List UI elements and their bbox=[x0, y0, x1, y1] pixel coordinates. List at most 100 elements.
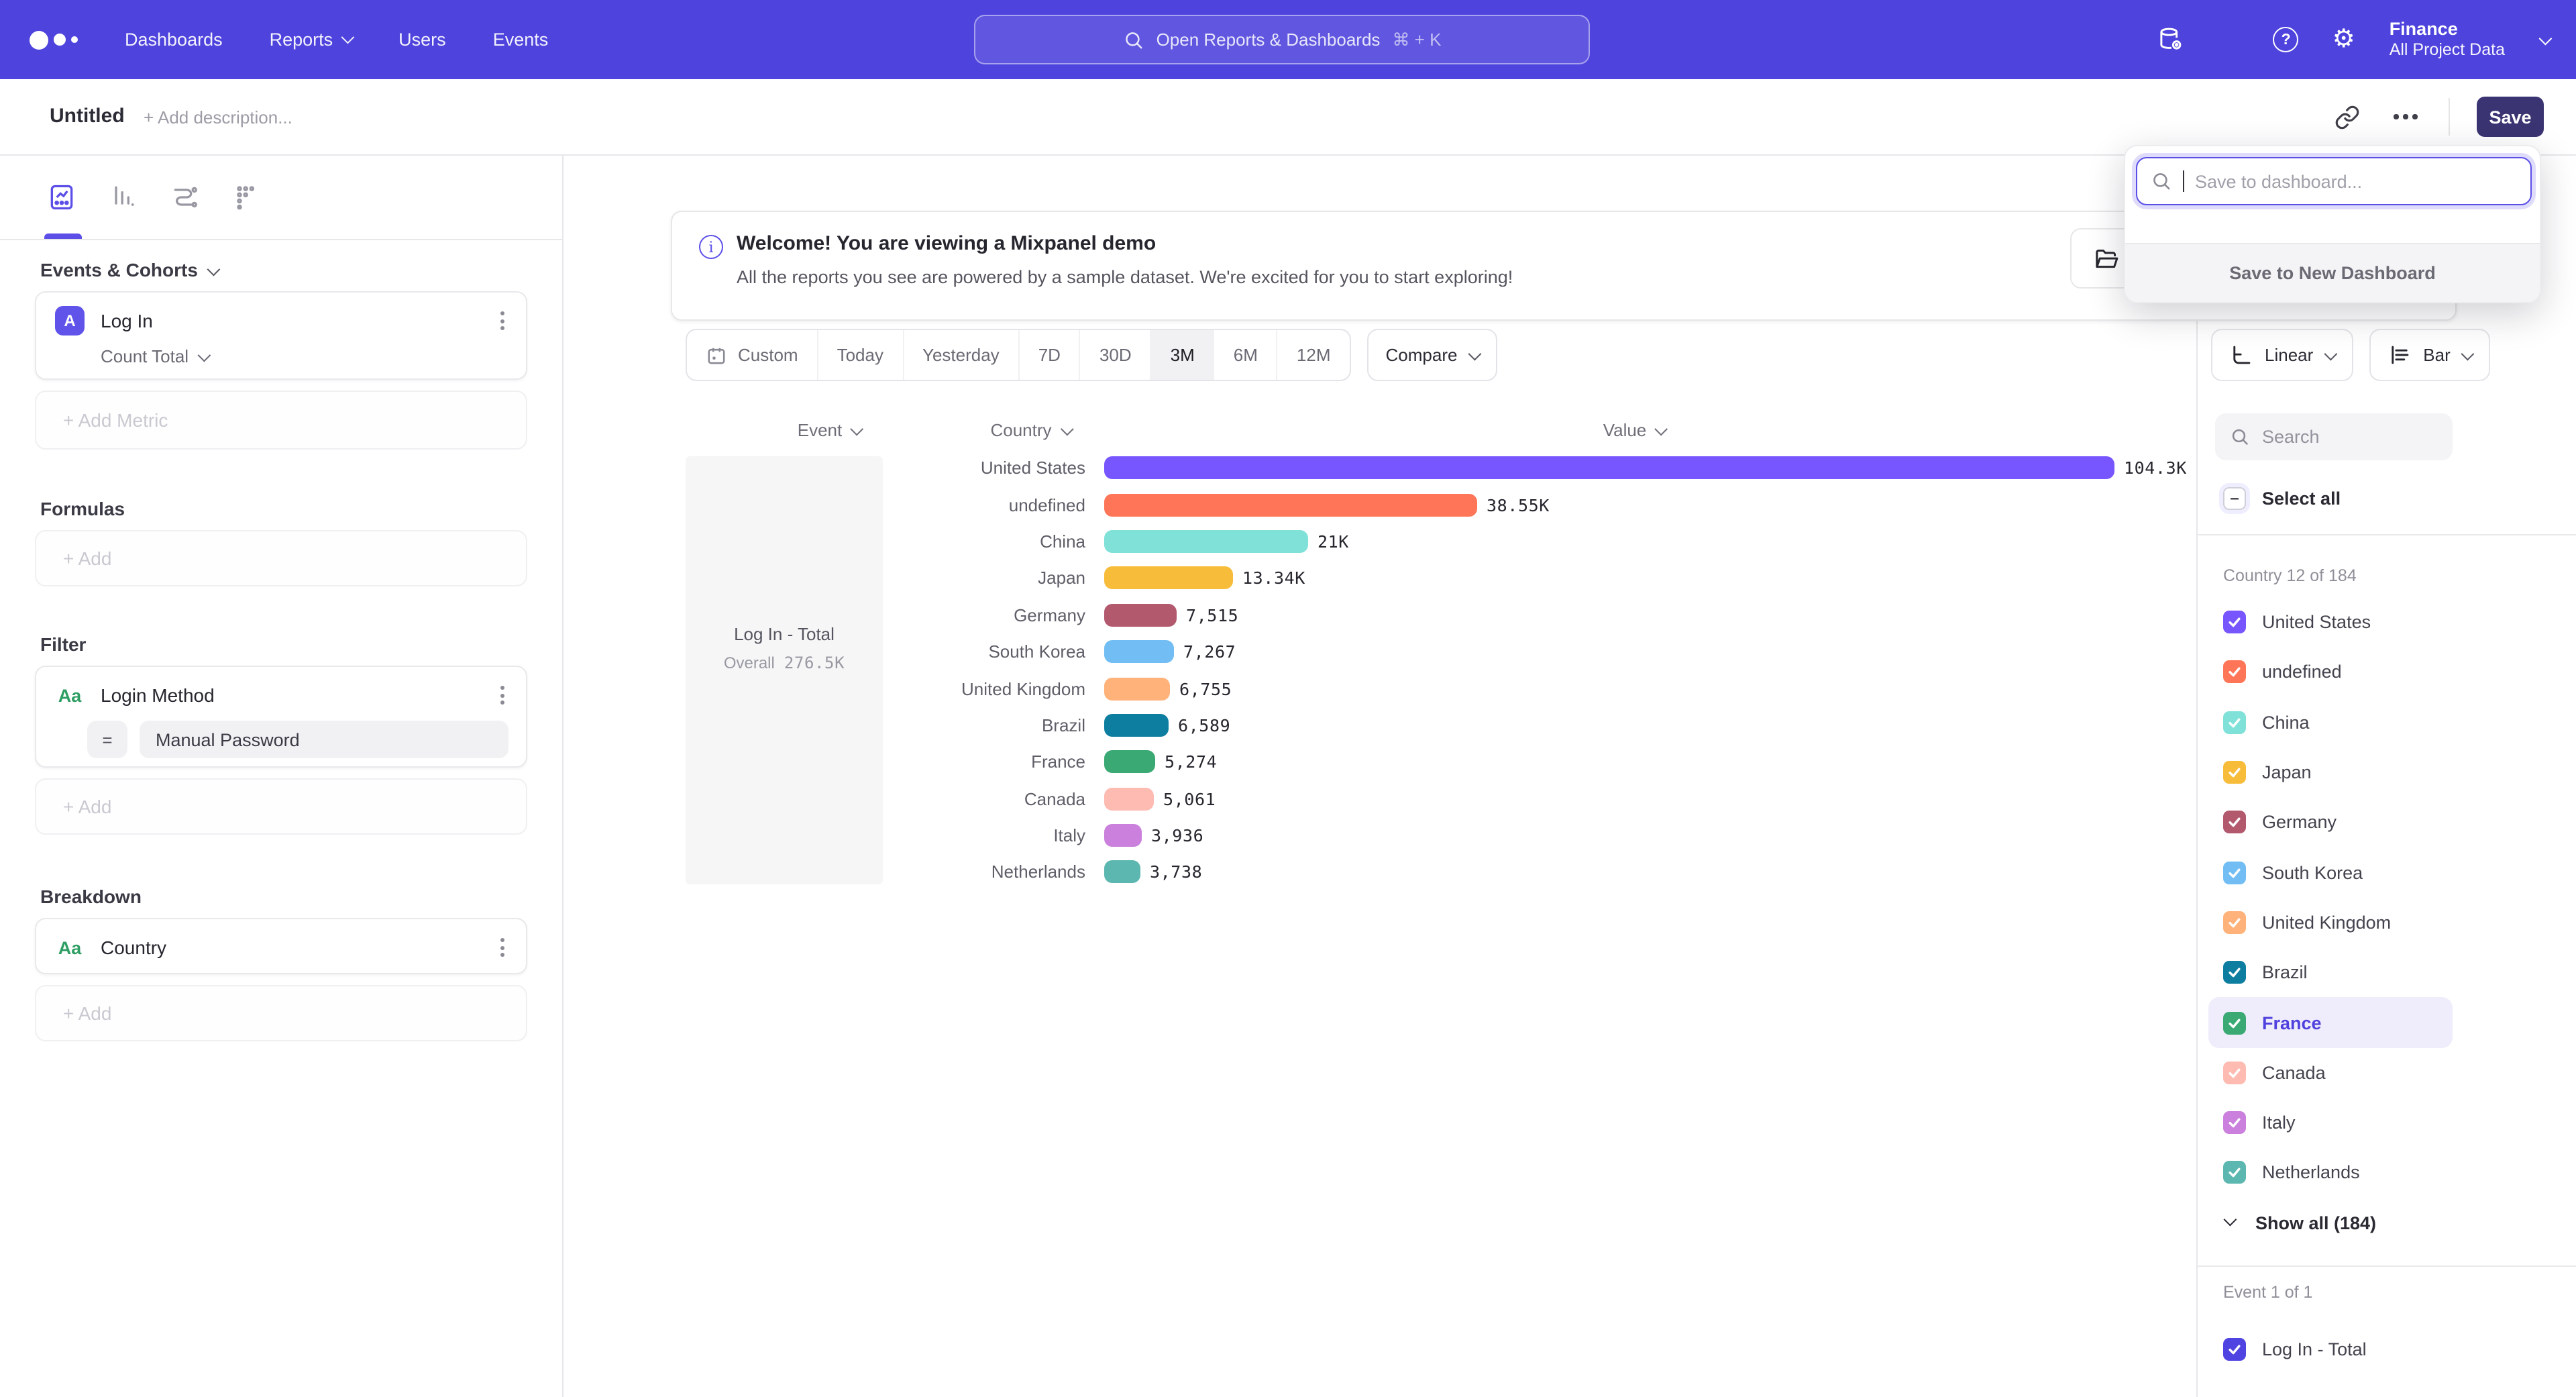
bar-segment[interactable] bbox=[1104, 456, 2114, 479]
copy-link-icon[interactable] bbox=[2330, 101, 2363, 133]
project-switcher[interactable]: Finance All Project Data bbox=[2390, 19, 2549, 60]
help-icon[interactable]: ? bbox=[2271, 25, 2301, 54]
bar-row-undefined: undefined38.55K bbox=[867, 486, 2187, 523]
select-all-row[interactable]: – Select all bbox=[2208, 486, 2453, 510]
tab-insights-icon[interactable] bbox=[46, 181, 78, 213]
compare-button[interactable]: Compare bbox=[1367, 329, 1498, 381]
event-total-cell: Log In - Total Overall 276.5K bbox=[686, 456, 883, 884]
chart-type-button[interactable]: Bar bbox=[2369, 329, 2490, 381]
kebab-menu-icon[interactable] bbox=[498, 309, 507, 333]
bar-segment[interactable] bbox=[1104, 493, 1477, 516]
series-search-input[interactable]: Search bbox=[2215, 413, 2453, 460]
show-all-button[interactable]: Show all (184) bbox=[2198, 1208, 2376, 1237]
country-checkbox[interactable] bbox=[2223, 711, 2246, 733]
bar-segment[interactable] bbox=[1104, 787, 1154, 810]
date-range-custom[interactable]: Custom bbox=[687, 330, 817, 380]
date-range-6m[interactable]: 6M bbox=[1214, 330, 1277, 380]
breakdown-card-country[interactable]: Aa Country bbox=[35, 918, 527, 974]
value-scale-button[interactable]: Linear bbox=[2211, 329, 2353, 381]
country-checkbox[interactable] bbox=[2223, 1011, 2246, 1034]
country-label: United Kingdom bbox=[2262, 913, 2391, 933]
data-management-icon[interactable] bbox=[2156, 25, 2186, 54]
country-row-china[interactable]: China bbox=[2208, 697, 2453, 747]
events-cohorts-header[interactable]: Events & Cohorts bbox=[40, 259, 562, 280]
column-header-value[interactable]: Value bbox=[1603, 420, 1666, 440]
add-breakdown-button[interactable]: + Add bbox=[35, 985, 527, 1041]
country-row-italy[interactable]: Italy bbox=[2208, 1098, 2453, 1148]
date-range-3m[interactable]: 3M bbox=[1150, 330, 1214, 380]
bar-chart-icon bbox=[2388, 344, 2411, 366]
country-checkbox[interactable] bbox=[2223, 961, 2246, 984]
column-header-event[interactable]: Event bbox=[798, 420, 861, 440]
tab-retention-icon[interactable] bbox=[231, 181, 263, 213]
report-title[interactable]: Untitled bbox=[50, 105, 125, 127]
nav-item-dashboards[interactable]: Dashboards bbox=[125, 30, 223, 50]
filter-operator-chip[interactable]: = bbox=[87, 721, 127, 758]
country-row-canada[interactable]: Canada bbox=[2208, 1047, 2453, 1098]
country-row-brazil[interactable]: Brazil bbox=[2208, 947, 2453, 998]
bar-segment[interactable] bbox=[1104, 861, 1140, 884]
date-range-12m[interactable]: 12M bbox=[1277, 330, 1350, 380]
country-checkbox[interactable] bbox=[2223, 1161, 2246, 1184]
country-checkbox[interactable] bbox=[2223, 911, 2246, 934]
kebab-menu-icon[interactable] bbox=[498, 935, 507, 960]
kebab-menu-icon[interactable] bbox=[498, 683, 507, 707]
bar-value-label: 5,061 bbox=[1163, 788, 1216, 809]
save-to-new-dashboard-button[interactable]: Save to New Dashboard bbox=[2125, 243, 2540, 302]
date-range-yesterday[interactable]: Yesterday bbox=[902, 330, 1018, 380]
more-actions-icon[interactable] bbox=[2390, 101, 2422, 133]
aggregation-dropdown[interactable]: Count Total bbox=[36, 335, 526, 366]
country-row-germany[interactable]: Germany bbox=[2208, 797, 2453, 847]
country-row-united-states[interactable]: United States bbox=[2208, 597, 2453, 648]
bar-segment[interactable] bbox=[1104, 824, 1142, 847]
bar-segment[interactable] bbox=[1104, 677, 1170, 700]
nav-item-events[interactable]: Events bbox=[493, 30, 549, 50]
bar-category-label: United Kingdom bbox=[867, 678, 1085, 698]
nav-item-users[interactable]: Users bbox=[398, 30, 446, 50]
country-row-japan[interactable]: Japan bbox=[2208, 747, 2453, 798]
save-to-dashboard-input[interactable]: Save to dashboard... bbox=[2136, 157, 2532, 205]
country-checkbox[interactable] bbox=[2223, 1111, 2246, 1134]
save-button[interactable]: Save bbox=[2477, 97, 2544, 137]
date-range-7d[interactable]: 7D bbox=[1018, 330, 1079, 380]
country-checkbox[interactable] bbox=[2223, 761, 2246, 784]
tab-flows-icon[interactable] bbox=[169, 181, 201, 213]
add-formula-button[interactable]: + Add bbox=[35, 530, 527, 586]
country-checkbox[interactable] bbox=[2223, 661, 2246, 684]
add-filter-button[interactable]: + Add bbox=[35, 778, 527, 835]
bar-segment[interactable] bbox=[1104, 604, 1177, 627]
country-row-france[interactable]: France bbox=[2208, 998, 2453, 1048]
add-metric-button[interactable]: + Add Metric bbox=[35, 391, 527, 450]
bar-segment[interactable] bbox=[1104, 567, 1233, 590]
country-checkbox[interactable] bbox=[2223, 1062, 2246, 1084]
global-search-input[interactable]: Open Reports & Dashboards ⌘ + K bbox=[974, 15, 1590, 64]
filter-card-login-method[interactable]: Aa Login Method = Manual Password bbox=[35, 666, 527, 768]
project-scope: All Project Data bbox=[2390, 40, 2505, 60]
mixpanel-logo-icon[interactable] bbox=[30, 30, 78, 49]
country-checkbox[interactable] bbox=[2223, 861, 2246, 884]
column-header-country[interactable]: Country bbox=[990, 420, 1070, 440]
country-row-united-kingdom[interactable]: United Kingdom bbox=[2208, 898, 2453, 948]
date-range-today[interactable]: Today bbox=[817, 330, 902, 380]
metric-card-log-in[interactable]: A Log In Count Total bbox=[35, 291, 527, 380]
tab-funnels-icon[interactable] bbox=[107, 181, 140, 213]
bar-segment[interactable] bbox=[1104, 751, 1155, 774]
event-checkbox[interactable] bbox=[2223, 1337, 2246, 1360]
country-row-netherlands[interactable]: Netherlands bbox=[2208, 1148, 2453, 1198]
nav-item-reports[interactable]: Reports bbox=[270, 30, 352, 50]
select-all-checkbox[interactable]: – bbox=[2223, 486, 2246, 509]
country-checkbox[interactable] bbox=[2223, 611, 2246, 633]
country-row-south-korea[interactable]: South Korea bbox=[2208, 847, 2453, 898]
country-row-undefined[interactable]: undefined bbox=[2208, 648, 2453, 698]
date-range-30d[interactable]: 30D bbox=[1079, 330, 1150, 380]
bar-segment[interactable] bbox=[1104, 530, 1308, 553]
settings-gear-icon[interactable]: ⚙ bbox=[2329, 25, 2359, 54]
add-description-button[interactable]: + Add description... bbox=[144, 107, 292, 127]
apps-grid-icon[interactable] bbox=[2214, 25, 2243, 54]
bar-segment[interactable] bbox=[1104, 714, 1169, 737]
event-row-log-in-total[interactable]: Log In - Total bbox=[2208, 1329, 2453, 1369]
banner-title: Welcome! You are viewing a Mixpanel demo bbox=[737, 232, 1156, 255]
filter-value-chip[interactable]: Manual Password bbox=[140, 721, 508, 758]
country-checkbox[interactable] bbox=[2223, 811, 2246, 834]
bar-segment[interactable] bbox=[1104, 640, 1174, 663]
